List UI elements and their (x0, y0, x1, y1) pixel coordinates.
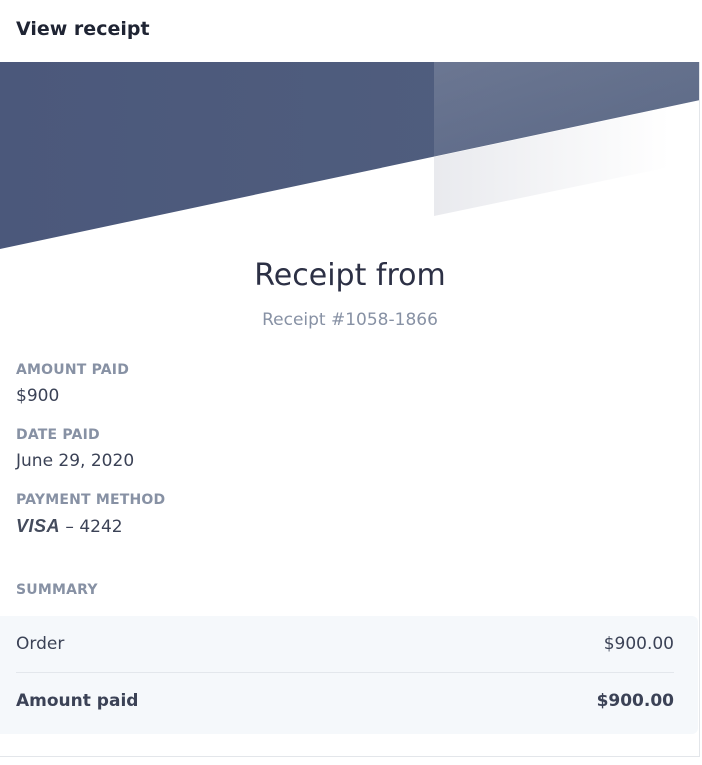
card-last4: 4242 (79, 517, 123, 537)
payment-method-label: PAYMENT METHOD (16, 492, 166, 508)
receipt-window: View receipt Receipt from Receipt #1058-… (0, 0, 702, 765)
payment-method-separator: – (65, 517, 74, 537)
summary-row-total: Amount paid $900.00 (16, 673, 674, 729)
amount-paid-value: $900 (16, 386, 60, 406)
receipt-heading: Receipt from (254, 258, 446, 293)
payment-method-value: VISA – 4242 (16, 516, 123, 537)
date-paid-label: DATE PAID (16, 427, 100, 443)
summary-table: Order $900.00 Amount paid $900.00 (0, 616, 698, 734)
page-title: View receipt (16, 18, 150, 40)
amount-paid-label: AMOUNT PAID (16, 362, 130, 378)
header-bar: View receipt (0, 0, 702, 62)
summary-label: SUMMARY (16, 582, 98, 598)
total-label: Amount paid (16, 691, 139, 711)
date-paid-value: June 29, 2020 (16, 451, 135, 471)
order-label: Order (16, 634, 65, 654)
receipt-card: Receipt from Receipt #1058-1866 AMOUNT P… (0, 62, 700, 757)
order-value: $900.00 (603, 634, 674, 654)
summary-row-order: Order $900.00 (16, 616, 674, 673)
receipt-banner (0, 62, 699, 249)
visa-logo-icon: VISA (16, 516, 61, 536)
receipt-number: Receipt #1058-1866 (262, 310, 438, 330)
total-value: $900.00 (596, 691, 674, 711)
